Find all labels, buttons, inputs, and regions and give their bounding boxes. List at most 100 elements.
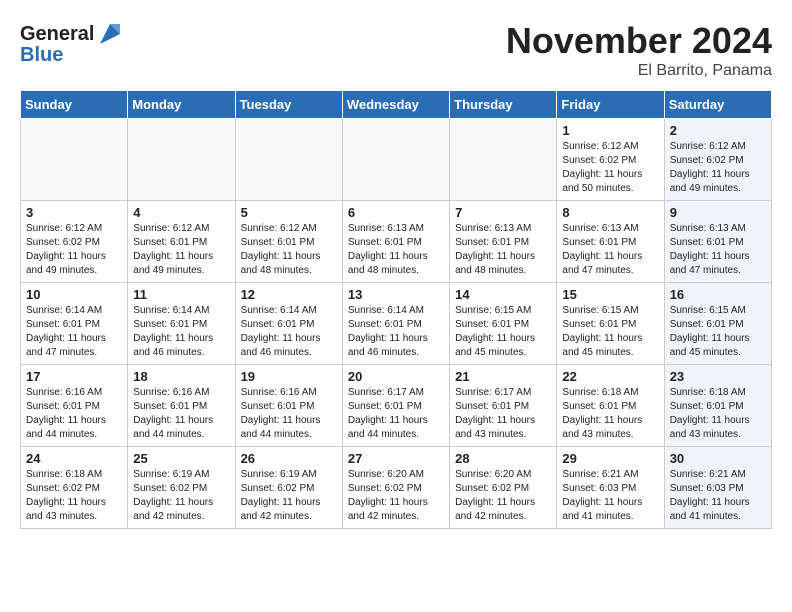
- cell-content: Sunrise: 6:12 AM Sunset: 6:02 PM Dayligh…: [26, 222, 122, 278]
- calendar-cell: 21 Sunrise: 6:17 AM Sunset: 6:01 PM Dayli…: [450, 365, 557, 447]
- calendar-cell: 29 Sunrise: 6:21 AM Sunset: 6:03 PM Dayli…: [557, 447, 664, 529]
- page-header: General Blue November 2024 El Barrito, P…: [20, 20, 772, 80]
- cell-content: Sunrise: 6:17 AM Sunset: 6:01 PM Dayligh…: [348, 386, 444, 442]
- location: El Barrito, Panama: [506, 62, 772, 80]
- day-number: 5: [241, 205, 337, 220]
- cell-content: Sunrise: 6:12 AM Sunset: 6:02 PM Dayligh…: [670, 140, 766, 196]
- calendar-cell: 7Sunrise: 6:13 AM Sunset: 6:01 PM Daylig…: [450, 201, 557, 283]
- calendar-cell: 6 Sunrise: 6:13 AM Sunset: 6:01 PM Daylig…: [342, 201, 449, 283]
- day-number: 25: [133, 451, 229, 466]
- calendar-cell: 15 Sunrise: 6:15 AM Sunset: 6:01 PM Dayli…: [557, 283, 664, 365]
- day-number: 9: [670, 205, 766, 220]
- day-number: 4: [133, 205, 229, 220]
- cell-content: Sunrise: 6:18 AM Sunset: 6:02 PM Dayligh…: [26, 468, 122, 524]
- cell-content: Sunrise: 6:13 AM Sunset: 6:01 PM Dayligh…: [455, 222, 551, 278]
- cell-content: Sunrise: 6:15 AM Sunset: 6:01 PM Dayligh…: [562, 304, 658, 360]
- calendar-cell: 9 Sunrise: 6:13 AM Sunset: 6:01 PM Daylig…: [664, 201, 771, 283]
- calendar-cell: 2 Sunrise: 6:12 AM Sunset: 6:02 PM Daylig…: [664, 119, 771, 201]
- calendar-cell: 26 Sunrise: 6:19 AM Sunset: 6:02 PM Dayli…: [235, 447, 342, 529]
- calendar-cell: [342, 119, 449, 201]
- day-number: 29: [562, 451, 658, 466]
- calendar-cell: 19 Sunrise: 6:16 AM Sunset: 6:01 PM Dayli…: [235, 365, 342, 447]
- calendar-cell: 25 Sunrise: 6:19 AM Sunset: 6:02 PM Dayli…: [128, 447, 235, 529]
- calendar-cell: 1 Sunrise: 6:12 AM Sunset: 6:02 PM Daylig…: [557, 119, 664, 201]
- cell-content: Sunrise: 6:18 AM Sunset: 6:01 PM Dayligh…: [562, 386, 658, 442]
- calendar-table: SundayMondayTuesdayWednesdayThursdayFrid…: [20, 90, 772, 529]
- cell-content: Sunrise: 6:12 AM Sunset: 6:01 PM Dayligh…: [241, 222, 337, 278]
- weekday-monday: Monday: [128, 91, 235, 119]
- calendar-cell: 23 Sunrise: 6:18 AM Sunset: 6:01 PM Dayli…: [664, 365, 771, 447]
- calendar-cell: 10 Sunrise: 6:14 AM Sunset: 6:01 PM Dayli…: [21, 283, 128, 365]
- cell-content: Sunrise: 6:17 AM Sunset: 6:01 PM Dayligh…: [455, 386, 551, 442]
- calendar-cell: 18 Sunrise: 6:16 AM Sunset: 6:01 PM Dayli…: [128, 365, 235, 447]
- week-row-3: 10 Sunrise: 6:14 AM Sunset: 6:01 PM Dayli…: [21, 283, 772, 365]
- day-number: 12: [241, 287, 337, 302]
- week-row-4: 17Sunrise: 6:16 AM Sunset: 6:01 PM Dayli…: [21, 365, 772, 447]
- cell-content: Sunrise: 6:15 AM Sunset: 6:01 PM Dayligh…: [670, 304, 766, 360]
- week-row-5: 24 Sunrise: 6:18 AM Sunset: 6:02 PM Dayli…: [21, 447, 772, 529]
- day-number: 16: [670, 287, 766, 302]
- cell-content: Sunrise: 6:12 AM Sunset: 6:02 PM Dayligh…: [562, 140, 658, 196]
- calendar-cell: 14 Sunrise: 6:15 AM Sunset: 6:01 PM Dayli…: [450, 283, 557, 365]
- calendar-cell: 13 Sunrise: 6:14 AM Sunset: 6:01 PM Dayli…: [342, 283, 449, 365]
- calendar-cell: 22 Sunrise: 6:18 AM Sunset: 6:01 PM Dayli…: [557, 365, 664, 447]
- day-number: 26: [241, 451, 337, 466]
- title-area: November 2024 El Barrito, Panama: [506, 20, 772, 80]
- cell-content: Sunrise: 6:18 AM Sunset: 6:01 PM Dayligh…: [670, 386, 766, 442]
- calendar-cell: 5 Sunrise: 6:12 AM Sunset: 6:01 PM Daylig…: [235, 201, 342, 283]
- calendar-cell: 12 Sunrise: 6:14 AM Sunset: 6:01 PM Dayli…: [235, 283, 342, 365]
- cell-content: Sunrise: 6:14 AM Sunset: 6:01 PM Dayligh…: [133, 304, 229, 360]
- day-number: 2: [670, 123, 766, 138]
- calendar-cell: 20Sunrise: 6:17 AM Sunset: 6:01 PM Dayli…: [342, 365, 449, 447]
- calendar-cell: 27 Sunrise: 6:20 AM Sunset: 6:02 PM Dayli…: [342, 447, 449, 529]
- day-number: 18: [133, 369, 229, 384]
- day-number: 24: [26, 451, 122, 466]
- logo-icon: [96, 20, 124, 48]
- weekday-saturday: Saturday: [664, 91, 771, 119]
- cell-content: Sunrise: 6:20 AM Sunset: 6:02 PM Dayligh…: [348, 468, 444, 524]
- day-number: 8: [562, 205, 658, 220]
- day-number: 15: [562, 287, 658, 302]
- day-number: 14: [455, 287, 551, 302]
- day-number: 21: [455, 369, 551, 384]
- day-number: 10: [26, 287, 122, 302]
- day-number: 27: [348, 451, 444, 466]
- logo-blue: Blue: [20, 44, 63, 67]
- cell-content: Sunrise: 6:21 AM Sunset: 6:03 PM Dayligh…: [670, 468, 766, 524]
- week-row-1: 1 Sunrise: 6:12 AM Sunset: 6:02 PM Daylig…: [21, 119, 772, 201]
- day-number: 6: [348, 205, 444, 220]
- weekday-sunday: Sunday: [21, 91, 128, 119]
- cell-content: Sunrise: 6:13 AM Sunset: 6:01 PM Dayligh…: [562, 222, 658, 278]
- cell-content: Sunrise: 6:14 AM Sunset: 6:01 PM Dayligh…: [348, 304, 444, 360]
- day-number: 1: [562, 123, 658, 138]
- day-number: 22: [562, 369, 658, 384]
- day-number: 23: [670, 369, 766, 384]
- day-number: 3: [26, 205, 122, 220]
- cell-content: Sunrise: 6:19 AM Sunset: 6:02 PM Dayligh…: [241, 468, 337, 524]
- cell-content: Sunrise: 6:14 AM Sunset: 6:01 PM Dayligh…: [241, 304, 337, 360]
- cell-content: Sunrise: 6:19 AM Sunset: 6:02 PM Dayligh…: [133, 468, 229, 524]
- day-number: 13: [348, 287, 444, 302]
- cell-content: Sunrise: 6:16 AM Sunset: 6:01 PM Dayligh…: [133, 386, 229, 442]
- cell-content: Sunrise: 6:14 AM Sunset: 6:01 PM Dayligh…: [26, 304, 122, 360]
- logo: General Blue: [20, 20, 124, 67]
- cell-content: Sunrise: 6:13 AM Sunset: 6:01 PM Dayligh…: [348, 222, 444, 278]
- calendar-cell: 8 Sunrise: 6:13 AM Sunset: 6:01 PM Daylig…: [557, 201, 664, 283]
- cell-content: Sunrise: 6:21 AM Sunset: 6:03 PM Dayligh…: [562, 468, 658, 524]
- weekday-header-row: SundayMondayTuesdayWednesdayThursdayFrid…: [21, 91, 772, 119]
- cell-content: Sunrise: 6:12 AM Sunset: 6:01 PM Dayligh…: [133, 222, 229, 278]
- cell-content: Sunrise: 6:16 AM Sunset: 6:01 PM Dayligh…: [241, 386, 337, 442]
- cell-content: Sunrise: 6:13 AM Sunset: 6:01 PM Dayligh…: [670, 222, 766, 278]
- cell-content: Sunrise: 6:15 AM Sunset: 6:01 PM Dayligh…: [455, 304, 551, 360]
- day-number: 28: [455, 451, 551, 466]
- day-number: 11: [133, 287, 229, 302]
- day-number: 19: [241, 369, 337, 384]
- logo-text: General: [20, 22, 94, 46]
- calendar-cell: 11 Sunrise: 6:14 AM Sunset: 6:01 PM Dayli…: [128, 283, 235, 365]
- calendar-cell: 4 Sunrise: 6:12 AM Sunset: 6:01 PM Daylig…: [128, 201, 235, 283]
- calendar-cell: [21, 119, 128, 201]
- calendar-cell: [235, 119, 342, 201]
- month-title: November 2024: [506, 20, 772, 62]
- calendar-cell: 3 Sunrise: 6:12 AM Sunset: 6:02 PM Daylig…: [21, 201, 128, 283]
- calendar-cell: 24 Sunrise: 6:18 AM Sunset: 6:02 PM Dayli…: [21, 447, 128, 529]
